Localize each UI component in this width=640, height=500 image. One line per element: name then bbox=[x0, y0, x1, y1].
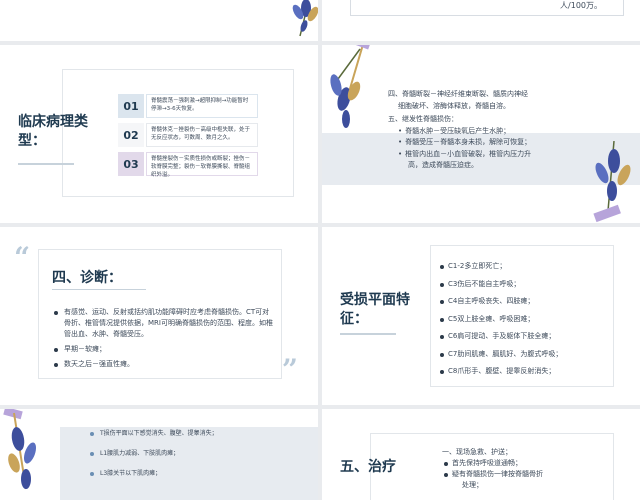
bullet-item: 脊髓受压－脊髓本身未损，解除可恢复； bbox=[388, 137, 598, 149]
list-item: C6肩可提动、手及躯体下肢全瘫； bbox=[440, 331, 562, 342]
list-item: C7肋间肌瘫、膈肌好、为腹式呼吸； bbox=[440, 349, 562, 360]
list-item: 有感觉、运动、反射或括约肌功能障碍时应考虑脊髓损伤。CT可对骨折、椎管情况提供依… bbox=[54, 307, 274, 340]
item-number: 02 bbox=[118, 123, 144, 147]
quote-icon: “ bbox=[14, 241, 31, 274]
diagnosis-list: 有感觉、运动、反射或括约肌功能障碍时应考虑脊髓损伤。CT可对骨折、椎管情况提供依… bbox=[54, 307, 274, 374]
bullet-item: 椎管内出血－小血管破裂，椎管内压力升 bbox=[388, 149, 598, 161]
quote-icon: ” bbox=[281, 353, 298, 386]
list-item: L1腰肌力减弱、下肢肌肉瘫； bbox=[90, 449, 218, 458]
slide-title: 四、诊断： bbox=[52, 270, 122, 286]
text-line: 一、现场急救、护送； bbox=[442, 448, 512, 456]
slide-lumbar: T损伤平面以下感觉消失、腹壁、提睾消失； L1腰肌力减弱、下肢肌肉瘫； L3膝关… bbox=[0, 409, 318, 500]
slide-treatment: 五、治疗 一、现场急救、护送； 首先保持呼吸道通畅； 疑有脊髓损伤一律按脊髓骨折… bbox=[322, 409, 640, 500]
text-line: 四、脊髓断裂－神经纤维束断裂、髓质内神经 bbox=[388, 90, 528, 98]
list-item: C4自主呼吸丧失、四肢瘫； bbox=[440, 296, 562, 307]
bullet-item: 疑有脊髓损伤一律按脊髓骨折 bbox=[442, 469, 592, 480]
bullet-item: 脊髓水肿－受压缺氧后产生水肿； bbox=[388, 126, 598, 138]
slide-diagnosis: “ ” 四、诊断： 有感觉、运动、反射或括约肌功能障碍时应考虑脊髓损伤。CT可对… bbox=[0, 227, 318, 405]
title-underline bbox=[340, 333, 396, 335]
slide-title: 临床病理类型： bbox=[18, 114, 88, 149]
list-item: C5双上肢全瘫、呼吸困难； bbox=[440, 314, 562, 325]
item-number: 03 bbox=[118, 152, 144, 176]
list-item: T损伤平面以下感觉消失、腹壁、提睾消失； bbox=[90, 429, 218, 438]
slide-top-left bbox=[0, 0, 318, 41]
list-item: C8爪形手、腹壁、提睾反射消失； bbox=[440, 366, 562, 377]
slide-title: 五、治疗 bbox=[340, 459, 396, 475]
tail-text: 人/100万。 bbox=[560, 1, 602, 10]
bullet-item: 首先保持呼吸道通畅； bbox=[442, 458, 592, 469]
slide-secondary-injury: 四、脊髓断裂－神经纤维束断裂、髓质内神经 细胞破坏、溶酶体释放，脊髓自溶。 五、… bbox=[322, 45, 640, 223]
slide-injury-level: 受损平面特征： C1-2多立即死亡； C3伤后不能自主呼吸； C4自主呼吸丧失、… bbox=[322, 227, 640, 405]
slide-top-right: 人/100万。 bbox=[322, 0, 640, 41]
flower-icon bbox=[330, 45, 371, 128]
list-item: C1-2多立即死亡； bbox=[440, 261, 562, 272]
list-item: L3膝关节以下肌肉瘫； bbox=[90, 469, 218, 478]
lumbar-list: T损伤平面以下感觉消失、腹壁、提睾消失； L1腰肌力减弱、下肢肌肉瘫； L3膝关… bbox=[90, 429, 218, 489]
list-item: C3伤后不能自主呼吸； bbox=[440, 279, 562, 290]
item-text: 脊髓震荡－强刺激→超限抑制→功能暂时停滞→3-6天恢复。 bbox=[146, 94, 258, 118]
flower-icon bbox=[3, 409, 37, 490]
item-text: 脊髓挫裂伤－实质性损伤或断裂；挫伤－软脊膜完整；裂伤－软脊膜撕裂、脊髓组织外溢。 bbox=[146, 152, 258, 178]
slide-pathology: 临床病理类型： 01 脊髓震荡－强刺激→超限抑制→功能暂时停滞→3-6天恢复。 … bbox=[0, 45, 318, 223]
secondary-injury-text: 四、脊髓断裂－神经纤维束断裂、髓质内神经 细胞破坏、溶酶体释放，脊髓自溶。 五、… bbox=[388, 89, 598, 172]
text-line: 细胞破坏、溶酶体释放，脊髓自溶。 bbox=[398, 101, 510, 110]
bullet-item-cont: 高，造成脊髓压迫症。 bbox=[408, 161, 478, 169]
slide-title: 受损平面特征： bbox=[340, 292, 410, 327]
text-line: 五、继发性脊髓损伤： bbox=[388, 115, 458, 123]
title-underline bbox=[18, 163, 74, 165]
list-item: 数天之后－强直性瘫。 bbox=[54, 359, 274, 370]
bullet-item-cont: 处理； bbox=[462, 481, 483, 489]
list-item: 早期－软瘫； bbox=[54, 344, 274, 355]
treatment-text: 一、现场急救、护送； 首先保持呼吸道通畅； 疑有脊髓损伤一律按脊髓骨折 处理； bbox=[442, 447, 592, 491]
item-text: 脊髓休克－挫裂伤－高级中枢失联，处于无反应状态，可数周、数月之久。 bbox=[146, 123, 258, 147]
level-list: C1-2多立即死亡； C3伤后不能自主呼吸； C4自主呼吸丧失、四肢瘫； C5双… bbox=[440, 261, 562, 384]
flower-icon bbox=[292, 0, 318, 37]
item-number: 01 bbox=[118, 94, 144, 118]
title-underline bbox=[52, 289, 146, 290]
